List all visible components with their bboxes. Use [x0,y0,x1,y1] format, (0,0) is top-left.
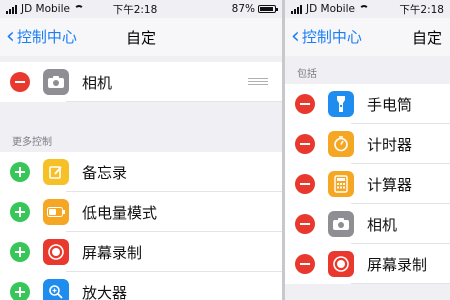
section-header-more-controls: 更多控制 [12,137,52,148]
add-control-button[interactable] [10,282,30,300]
navigation-bar: ‹ 控制中心 自定 [0,18,282,56]
status-time: 下午2:18 [112,3,158,16]
right-phone-screen: JD Mobile 下午2:18 ‹ 控制中心 自定 包括 手电筒 计时器 计算… [285,0,450,300]
control-label: 手电筒 [367,95,413,114]
control-label: 低电量模式 [82,203,158,222]
carrier-name: JD Mobile [306,3,355,15]
back-label: 控制中心 [16,28,77,46]
chevron-left-icon: ‹ [6,23,15,49]
battery-indicator: 87% [231,3,278,15]
remove-control-button[interactable] [10,72,30,92]
low-power-icon [43,199,69,225]
battery-icon [258,5,278,13]
list-item: 相机 [0,62,282,102]
control-label: 屏幕录制 [367,255,428,274]
list-item: 屏幕录制 [285,244,450,284]
left-phone-screen: JD Mobile 下午2:18 87% ‹ 控制中心 自定 相机 更多控制 备… [0,0,282,300]
control-label: 屏幕录制 [82,243,143,262]
list-item: 屏幕录制 [0,232,282,272]
screen-record-icon [328,251,354,277]
list-item: 计算器 [285,164,450,204]
status-time: 下午2:18 [399,3,444,16]
list-item: 手电筒 [285,84,450,124]
control-label: 备忘录 [82,163,128,182]
magnifier-icon [43,279,69,300]
signal-icon [291,4,302,14]
timer-icon [328,131,354,157]
screen-record-icon [43,239,69,265]
add-control-button[interactable] [10,162,30,182]
control-label: 相机 [367,215,398,234]
page-title: 自定 [126,29,157,47]
remove-control-button[interactable] [295,134,315,154]
back-label: 控制中心 [301,28,362,46]
camera-icon [328,211,354,237]
add-control-button[interactable] [10,202,30,222]
list-item: 计时器 [285,124,450,164]
status-bar: JD Mobile 下午2:18 [285,0,450,18]
control-label: 计算器 [367,175,413,194]
list-item: 相机 [285,204,450,244]
remove-control-button[interactable] [295,94,315,114]
remove-control-button[interactable] [295,174,315,194]
status-bar: JD Mobile 下午2:18 87% [0,0,282,18]
add-control-button[interactable] [10,242,30,262]
screenshot-collage: JD Mobile 下午2:18 87% ‹ 控制中心 自定 相机 更多控制 备… [0,0,450,300]
page-title: 自定 [411,29,442,47]
calculator-icon [328,171,354,197]
wifi-icon [73,5,84,13]
control-label: 放大器 [82,283,128,300]
list-item: 备忘录 [0,152,282,192]
navigation-bar: ‹ 控制中心 自定 [285,18,450,56]
wifi-icon [358,5,369,13]
flashlight-icon [328,91,354,117]
signal-icon [6,4,17,14]
control-label: 相机 [82,73,113,92]
control-label: 计时器 [367,135,413,154]
chevron-left-icon: ‹ [291,23,300,49]
reorder-handle[interactable] [248,78,268,86]
camera-icon [43,69,69,95]
section-header-include: 包括 [297,69,317,80]
notes-icon [43,159,69,185]
list-item: 放大器 [0,272,282,300]
remove-control-button[interactable] [295,214,315,234]
list-item: 低电量模式 [0,192,282,232]
remove-control-button[interactable] [295,254,315,274]
back-button[interactable]: ‹ 控制中心 [6,23,77,49]
carrier-name: JD Mobile [21,3,70,15]
battery-percent: 87% [231,3,255,15]
back-button[interactable]: ‹ 控制中心 [291,23,362,49]
